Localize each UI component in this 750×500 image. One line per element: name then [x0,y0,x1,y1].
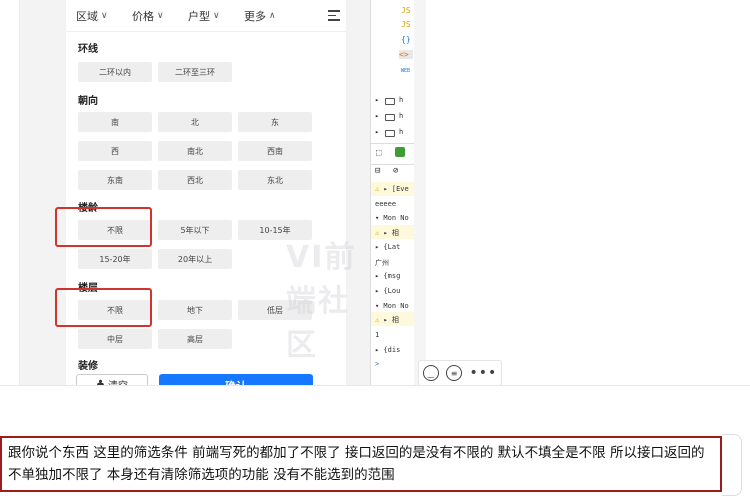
folder-label: h [399,112,404,120]
panel-gap [414,0,426,385]
option-chip[interactable]: 东南 [78,170,152,190]
option-chip[interactable]: 中层 [78,329,152,349]
confirm-button[interactable]: 确认 [159,374,313,385]
filter-tabs: 区域 ∨ 价格 ∨ 户型 ∨ 更多 ∧ [66,0,346,32]
section-title-decoration: 装修 [78,361,98,372]
clear-console-icon[interactable]: ⊘ [393,166,398,176]
console-line[interactable]: ⚠ ▸ 相 [375,228,399,238]
tab-price[interactable]: 价格 ∨ [132,8,188,24]
option-chip[interactable]: 东北 [238,170,312,190]
folder-icon [385,130,395,137]
console-prompt[interactable]: > [375,360,379,368]
option-chip[interactable]: 二环至三环 [158,62,232,82]
warning-icon: ⚠ [375,185,380,193]
watermark: VI前端社区 [286,240,357,363]
option-chip[interactable]: 15-20年 [78,249,152,269]
left-margin [0,0,20,385]
chevron-down-icon: ∨ [213,10,220,21]
option-chip[interactable]: 西南 [238,141,312,161]
highlight-box-age-unlimited [55,207,152,247]
option-chip[interactable]: 西 [78,141,152,161]
console-line[interactable]: ▸ {Lat [375,243,400,251]
inspect-icon[interactable]: ⬚ [376,148,381,158]
warning-icon: ⚠ [375,229,380,237]
tab-layout[interactable]: 户型 ∨ [188,8,244,24]
console-line: 1 [375,331,380,339]
vue-icon[interactable] [395,147,405,157]
devtools-toolbar: ⬚ [371,143,414,165]
console-line[interactable]: ▾ Mon No [375,214,409,222]
option-chip[interactable]: 地下 [158,300,232,320]
folder-row[interactable]: ▸ [375,128,379,136]
console-line[interactable]: ▾ Mon No [375,302,409,310]
console-line[interactable]: ⚠ ▸ 相 [375,315,399,325]
option-chip[interactable]: 20年以上 [158,249,232,269]
web-file-icon[interactable]: WEB [401,68,410,74]
console-line: eeeee [375,200,397,208]
filter-menu-icon[interactable] [328,10,340,21]
option-chip[interactable]: 南 [78,112,152,132]
message-actions-toolbar: ‿ ≡ ••• [418,360,502,386]
more-icon[interactable]: ••• [470,366,498,380]
reset-button[interactable]: ♣清空 [76,374,148,385]
folder-label: h [399,96,404,104]
console-line: 广州 [375,259,389,267]
html-file-icon[interactable]: <> [399,50,413,59]
console-line[interactable]: ▸ {msg [375,272,400,280]
js-file-icon[interactable]: JS [401,20,411,29]
chevron-down-icon: ∨ [101,10,108,21]
option-chip[interactable]: 高层 [158,329,232,349]
message-bubble-edge [722,434,742,496]
divider [0,385,750,386]
console-line[interactable]: ▸ {dis [375,346,400,354]
console-sidebar-icon[interactable]: ⊟ [375,166,380,176]
section-title-ring: 环线 [78,44,98,55]
chat-message[interactable]: 跟你说个东西 这里的筛选条件 前端写死的都加了不限了 接口返回的是没有不限的 默… [0,436,722,492]
folder-row[interactable]: ▸ [375,112,379,120]
option-chip[interactable]: 北 [158,112,232,132]
console-line[interactable]: ⚠ ▸ [Eve [375,185,409,193]
option-chip[interactable]: 东 [238,112,312,132]
option-chip[interactable]: 西北 [158,170,232,190]
js-file-icon[interactable]: JS [401,6,411,15]
option-chip[interactable]: 5年以下 [158,220,232,240]
warning-icon: ⚠ [375,316,380,324]
folder-icon [385,114,395,121]
emoji-icon[interactable]: ‿ [422,365,439,381]
tab-area[interactable]: 区域 ∨ [76,8,132,24]
folder-icon [385,98,395,105]
option-chip[interactable]: 二环以内 [78,62,152,82]
screenshot-image[interactable]: 区域 ∨ 价格 ∨ 户型 ∨ 更多 ∧ 环线 二环以内 二环至三环 朝向 南 北 东 西… [20,0,370,385]
chat-window: 区域 ∨ 价格 ∨ 户型 ∨ 更多 ∧ 环线 二环以内 二环至三环 朝向 南 北 东 西… [0,0,750,500]
highlight-box-floor-unlimited [55,288,152,327]
folder-row[interactable]: ▸ [375,96,379,104]
tab-more[interactable]: 更多 ∧ [244,8,300,24]
chevron-down-icon: ∨ [157,10,164,21]
section-title-orientation: 朝向 [78,96,98,107]
chevron-up-icon: ∧ [269,10,276,21]
devtools-panel: JS JS {} <> WEB ▸ h ▸ h ▸ h ⬚ ⊟ ⊘ ⚠ ▸ [E… [370,0,414,385]
option-chip[interactable]: 南北 [158,141,232,161]
json-file-icon[interactable]: {} [401,35,411,44]
console-line[interactable]: ▸ {Lou [375,287,400,295]
reply-icon[interactable]: ≡ [446,365,463,381]
folder-label: h [399,128,404,136]
